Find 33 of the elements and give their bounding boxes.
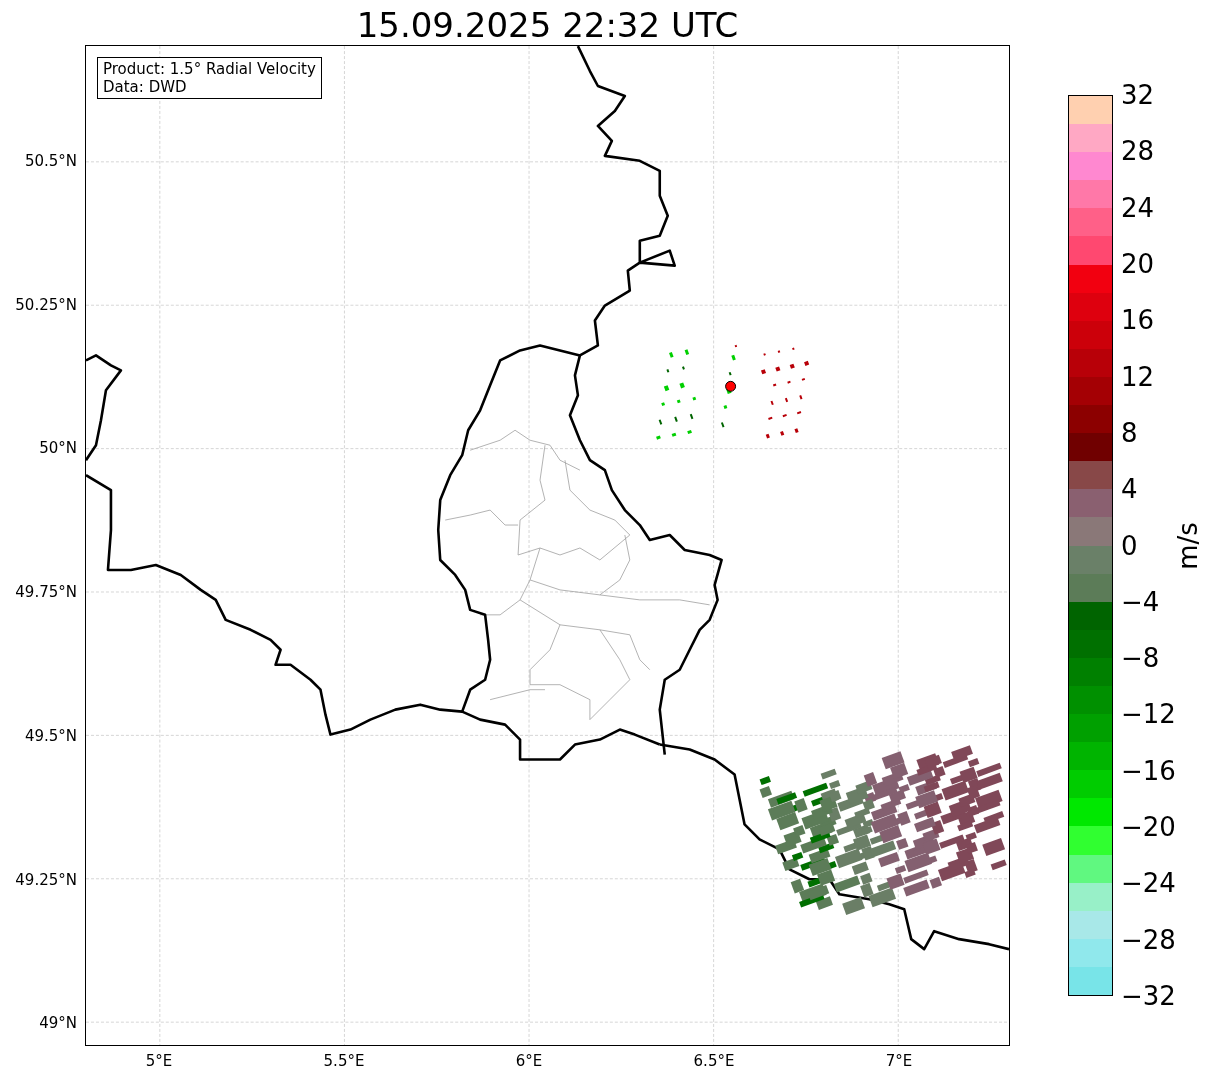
colorbar-tick-label: 0: [1121, 530, 1138, 561]
colorbar-tick-label: 8: [1121, 417, 1138, 448]
colorbar-tick-label: 24: [1121, 192, 1155, 223]
colorbar-tick-label: 4: [1121, 474, 1138, 505]
longitude-label: 6°E: [515, 1052, 543, 1070]
longitude-label: 5°E: [145, 1052, 173, 1070]
chart-title: 15.09.2025 22:32 UTC: [356, 5, 739, 45]
colorbar-tick-label: −4: [1121, 586, 1160, 617]
colorbar-tick-label: −32: [1121, 981, 1176, 1011]
colorbar-tick-label: 32: [1121, 80, 1155, 110]
colorbar-tick-label: 12: [1121, 361, 1155, 392]
latitude-label: 49.75°N: [15, 583, 77, 602]
latitude-label: 50.25°N: [15, 295, 77, 314]
colorbar-tick-label: −20: [1121, 812, 1176, 843]
colorbar-tick-label: −8: [1121, 643, 1160, 674]
colorbar-tick-label: −12: [1121, 699, 1176, 730]
colorbar-tick-label: −24: [1121, 868, 1176, 899]
colorbar-label: m/s: [1173, 521, 1203, 570]
info-text: Data: DWD: [103, 78, 188, 96]
longitude-label: 6.5°E: [693, 1052, 735, 1070]
latitude-label: 49°N: [39, 1014, 77, 1033]
colorbar-tick-label: 16: [1121, 305, 1155, 336]
info-text: Product: 1.5° Radial Velocity: [103, 60, 316, 78]
colorbar-tick-label: −16: [1121, 755, 1176, 786]
latitude-label: 50.5°N: [24, 152, 77, 170]
latitude-label: 49.25°N: [15, 870, 77, 889]
latitude-label: 49.5°N: [24, 726, 77, 745]
colorbar-tick-label: 28: [1121, 136, 1155, 167]
colorbar-tick-label: −28: [1121, 924, 1176, 955]
colorbar-tick-label: 20: [1121, 248, 1155, 279]
longitude-label: 7°E: [885, 1052, 913, 1070]
longitude-label: 5.5°E: [323, 1052, 365, 1070]
latitude-label: 50°N: [39, 439, 77, 458]
